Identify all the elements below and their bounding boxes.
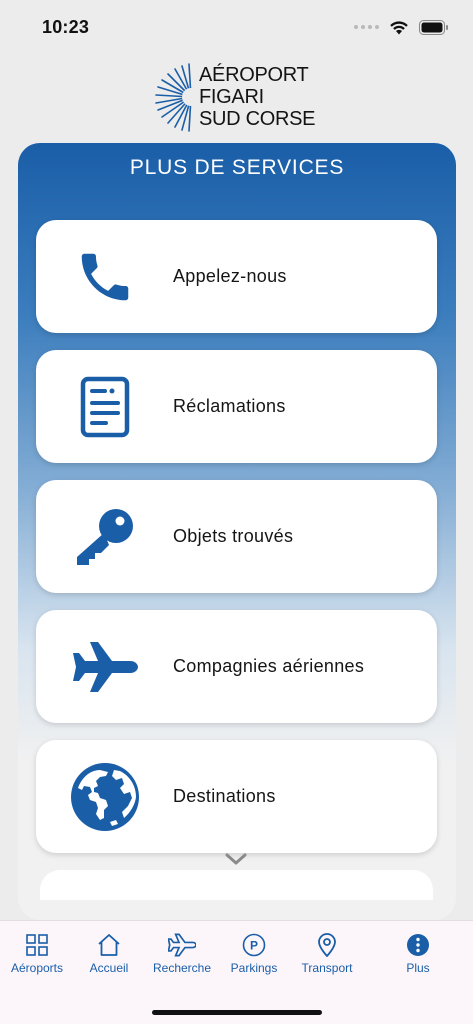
logo-line-3: SUD CORSE [199, 108, 316, 130]
service-card-complaints[interactable]: Réclamations [36, 350, 437, 463]
parking-icon: P [242, 933, 266, 957]
wifi-icon [390, 20, 408, 34]
logo-line-1: AÉROPORT [199, 64, 309, 86]
tab-label: Accueil [89, 961, 129, 975]
icon-wrapper [36, 505, 173, 569]
signal-dots-icon [354, 25, 379, 29]
airport-logo: AÉROPORT FIGARI SUD CORSE [153, 62, 316, 132]
status-time: 10:23 [42, 16, 90, 37]
tab-label: Transport [301, 961, 353, 975]
tab-transport[interactable]: Transport [289, 933, 365, 975]
status-icons [354, 19, 449, 35]
tab-parkings[interactable]: P Parkings [216, 933, 292, 975]
panel-title: PLUS DE SERVICES [129, 156, 345, 179]
tab-label: Parkings [230, 961, 278, 975]
tab-label: Recherche [152, 961, 212, 975]
logo-line-2: FIGARI [199, 86, 264, 108]
logo-text: AÉROPORT FIGARI SUD CORSE [199, 64, 316, 130]
service-label: Appelez-nous [173, 266, 287, 286]
service-label: Objets trouvés [173, 526, 294, 546]
chevron-down-icon[interactable] [224, 851, 248, 867]
airplane-icon [72, 641, 138, 692]
service-label: Réclamations [173, 396, 286, 416]
tab-home[interactable]: Accueil [71, 933, 147, 975]
phone-icon [81, 253, 128, 300]
tab-more[interactable]: Plus [380, 933, 456, 975]
tab-bar: Aéroports Accueil Recherche P Parkings T… [0, 920, 473, 1024]
home-indicator [152, 1010, 322, 1015]
globe-icon [70, 762, 139, 831]
service-label: Compagnies aériennes [173, 656, 365, 676]
key-icon [76, 508, 133, 565]
more-icon [407, 934, 429, 956]
service-card-destinations[interactable]: Destinations [36, 740, 437, 853]
airplane-icon [168, 933, 196, 957]
battery-icon [419, 19, 448, 35]
grid-icon [26, 934, 48, 956]
service-card-airlines[interactable]: Compagnies aériennes [36, 610, 437, 723]
next-service-card-peek [40, 870, 433, 900]
location-pin-icon [318, 933, 336, 957]
icon-wrapper [36, 376, 173, 438]
svg-text:P: P [250, 939, 258, 953]
service-label: Destinations [173, 786, 276, 806]
service-card-lost-found[interactable]: Objets trouvés [36, 480, 437, 593]
tab-label: Aéroports [10, 961, 64, 975]
document-icon [80, 376, 129, 437]
home-icon [98, 934, 120, 956]
tab-airports[interactable]: Aéroports [0, 933, 75, 975]
icon-wrapper [36, 762, 173, 832]
sunburst-logo-icon [155, 63, 193, 132]
service-card-call[interactable]: Appelez-nous [36, 220, 437, 333]
icon-wrapper [36, 246, 173, 308]
status-bar: 10:23 [0, 0, 473, 54]
icon-wrapper [36, 641, 173, 692]
tab-search[interactable]: Recherche [144, 933, 220, 975]
tab-label: Plus [406, 961, 430, 975]
